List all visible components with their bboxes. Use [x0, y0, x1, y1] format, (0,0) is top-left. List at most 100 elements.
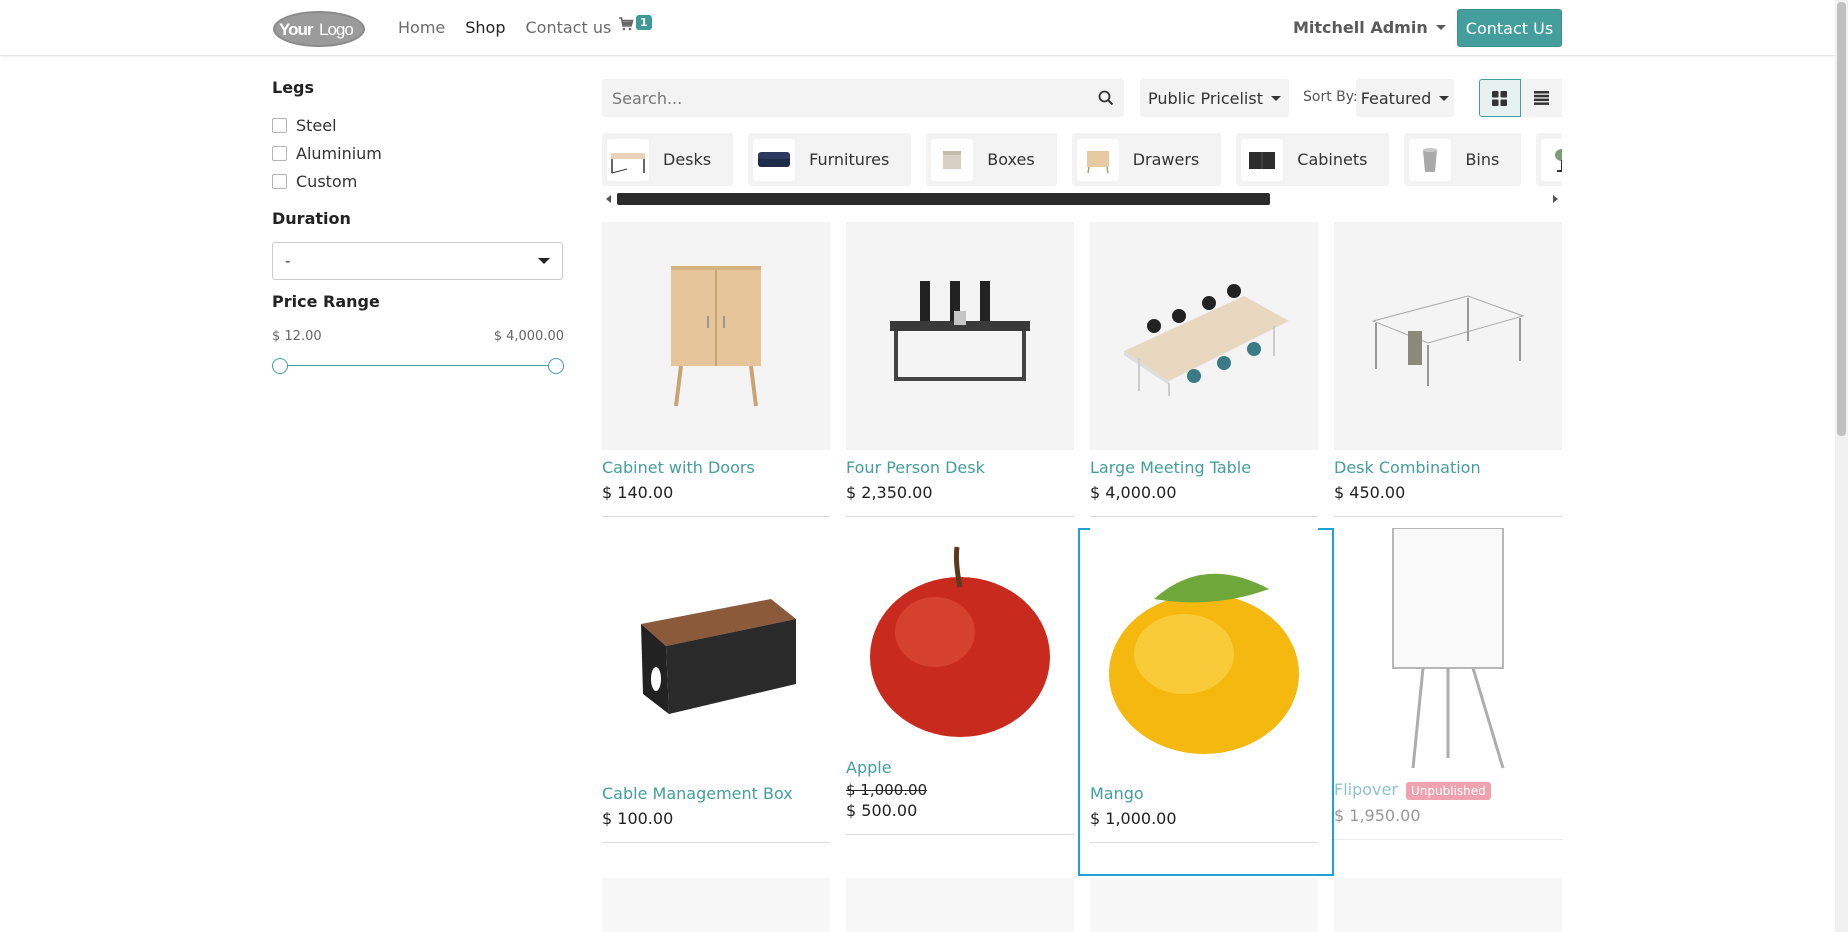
- svg-text:Your: Your: [279, 20, 314, 39]
- search-input[interactable]: Search...: [612, 89, 682, 108]
- chevron-down-icon: [1435, 25, 1446, 30]
- chevron-down-icon: [1270, 95, 1281, 101]
- category-cabinets[interactable]: Cabinets: [1236, 133, 1390, 186]
- scrollbar-thumb[interactable]: [1837, 2, 1846, 436]
- bin-thumbnail: [1409, 138, 1452, 181]
- page-scrollbar[interactable]: [1835, 0, 1848, 932]
- scroll-right-arrow-icon[interactable]: [1553, 195, 1558, 203]
- desk-thumbnail: [607, 138, 649, 181]
- product-price: $ 1,950.00: [1334, 805, 1421, 825]
- category-desks[interactable]: Desks: [602, 133, 734, 186]
- category-carousel: Desks Furnitures Boxes Drawers Cabinets …: [602, 133, 1562, 187]
- product-name[interactable]: Large Meeting Table: [1090, 458, 1318, 477]
- aluminium-checkbox[interactable]: [272, 145, 287, 161]
- product-card[interactable]: Large Meeting Table $ 4,000.00: [1090, 222, 1318, 517]
- category-bins[interactable]: Bins: [1404, 133, 1522, 186]
- search-icon[interactable]: [1098, 90, 1114, 106]
- product-image[interactable]: [602, 222, 830, 450]
- product-image[interactable]: [846, 528, 1074, 756]
- product-price: $ 4,000.00: [1090, 483, 1177, 502]
- product-card[interactable]: Cable Management Box $ 100.00: [602, 528, 830, 843]
- legs-option-aluminium[interactable]: Aluminium: [272, 139, 564, 167]
- product-price: $ 500.00: [846, 801, 918, 820]
- scrollbar-thumb[interactable]: [617, 193, 1270, 205]
- product-name[interactable]: Cable Management Box: [602, 784, 830, 803]
- category-furnitures[interactable]: Furnitures: [748, 133, 912, 186]
- pricelist-label: Public Pricelist: [1148, 88, 1263, 108]
- price-range-labels: $ 12.00 $ 4,000.00: [272, 329, 564, 344]
- list-icon: [1533, 91, 1549, 105]
- category-label: Boxes: [987, 150, 1035, 169]
- sort-by-value: Featured: [1360, 88, 1432, 108]
- product-price: $ 100.00: [602, 809, 674, 828]
- steel-checkbox[interactable]: [272, 117, 287, 133]
- product-name[interactable]: Cabinet with Doors: [602, 458, 830, 477]
- product-image[interactable]: [1334, 222, 1562, 450]
- product-name[interactable]: Mango: [1090, 784, 1318, 803]
- category-label: Furnitures: [809, 150, 890, 169]
- legs-option-label: Steel: [296, 115, 337, 135]
- legs-option-steel[interactable]: Steel: [272, 111, 564, 139]
- unpublished-badge: Unpublished: [1406, 781, 1491, 800]
- chevron-down-icon: [538, 258, 550, 264]
- pricelist-dropdown[interactable]: Public Pricelist: [1140, 79, 1289, 117]
- product-placeholder: [1334, 878, 1562, 932]
- product-card[interactable]: Cabinet with Doors $ 140.00: [602, 222, 830, 517]
- product-placeholder: [602, 878, 830, 932]
- drawer-thumbnail: [1076, 138, 1119, 181]
- product-card[interactable]: Mango $ 1,000.00: [1090, 528, 1318, 843]
- product-image[interactable]: [1090, 528, 1318, 780]
- duration-filter-title: Duration: [272, 209, 351, 228]
- category-boxes[interactable]: Boxes: [926, 133, 1057, 186]
- grid-view-button[interactable]: [1479, 79, 1521, 117]
- product-price: $ 2,350.00: [846, 483, 933, 502]
- filter-sidebar: Legs Steel Aluminium Custom Duration - P…: [272, 78, 564, 374]
- nav-shop[interactable]: Shop: [465, 18, 505, 37]
- custom-checkbox[interactable]: [272, 173, 287, 189]
- duration-value: -: [285, 252, 291, 270]
- category-drawers[interactable]: Drawers: [1071, 133, 1222, 186]
- product-card[interactable]: Four Person Desk $ 2,350.00: [846, 222, 1074, 517]
- product-card[interactable]: Apple $ 1,000.00 $ 500.00: [846, 528, 1074, 835]
- category-scrollbar[interactable]: [602, 193, 1562, 205]
- svg-text:Logo: Logo: [319, 20, 353, 39]
- company-logo[interactable]: Your Logo: [272, 10, 367, 48]
- product-image[interactable]: [602, 528, 830, 780]
- list-view-button[interactable]: [1520, 79, 1562, 117]
- product-name[interactable]: Flipover: [1334, 780, 1398, 799]
- box-thumbnail: [931, 138, 974, 181]
- product-name[interactable]: Desk Combination: [1334, 458, 1562, 477]
- duration-select[interactable]: -: [272, 242, 563, 280]
- top-navbar: Your Logo Home Shop Contact us 1 Mitchel…: [0, 0, 1835, 56]
- product-card[interactable]: Flipover Unpublished $ 1,950.00: [1334, 528, 1562, 840]
- grid-icon: [1492, 90, 1508, 106]
- user-menu[interactable]: Mitchell Admin: [1293, 18, 1446, 37]
- category-label: Bins: [1465, 150, 1500, 169]
- range-min-handle[interactable]: [272, 358, 288, 374]
- product-name[interactable]: Apple: [846, 758, 1074, 777]
- product-card[interactable]: Desk Combination $ 450.00: [1334, 222, 1562, 517]
- scroll-left-arrow-icon[interactable]: [606, 195, 611, 203]
- legs-option-label: Aluminium: [296, 143, 382, 163]
- cart-link[interactable]: 1: [618, 15, 652, 32]
- product-price: $ 1,000.00: [1090, 809, 1177, 828]
- cart-count-badge: 1: [636, 15, 652, 30]
- product-name[interactable]: Four Person Desk: [846, 458, 1074, 477]
- product-placeholder: [846, 878, 1074, 932]
- sort-by-dropdown[interactable]: Featured: [1356, 79, 1454, 117]
- contact-us-button[interactable]: Contact Us: [1457, 9, 1562, 47]
- range-max-handle[interactable]: [548, 358, 564, 374]
- legs-option-label: Custom: [296, 171, 358, 191]
- category-lamps[interactable]: [1536, 133, 1562, 186]
- lamp-thumbnail: [1541, 138, 1562, 181]
- product-image[interactable]: [846, 222, 1074, 450]
- nav-contact-us[interactable]: Contact us: [526, 18, 612, 37]
- range-track: [280, 365, 556, 366]
- search-bar[interactable]: Search...: [602, 79, 1124, 117]
- product-image[interactable]: [1334, 528, 1562, 778]
- nav-home[interactable]: Home: [398, 18, 445, 37]
- price-range-slider[interactable]: [272, 358, 564, 374]
- product-image[interactable]: [1090, 222, 1318, 450]
- legs-filter-title: Legs: [272, 78, 315, 97]
- legs-option-custom[interactable]: Custom: [272, 167, 564, 195]
